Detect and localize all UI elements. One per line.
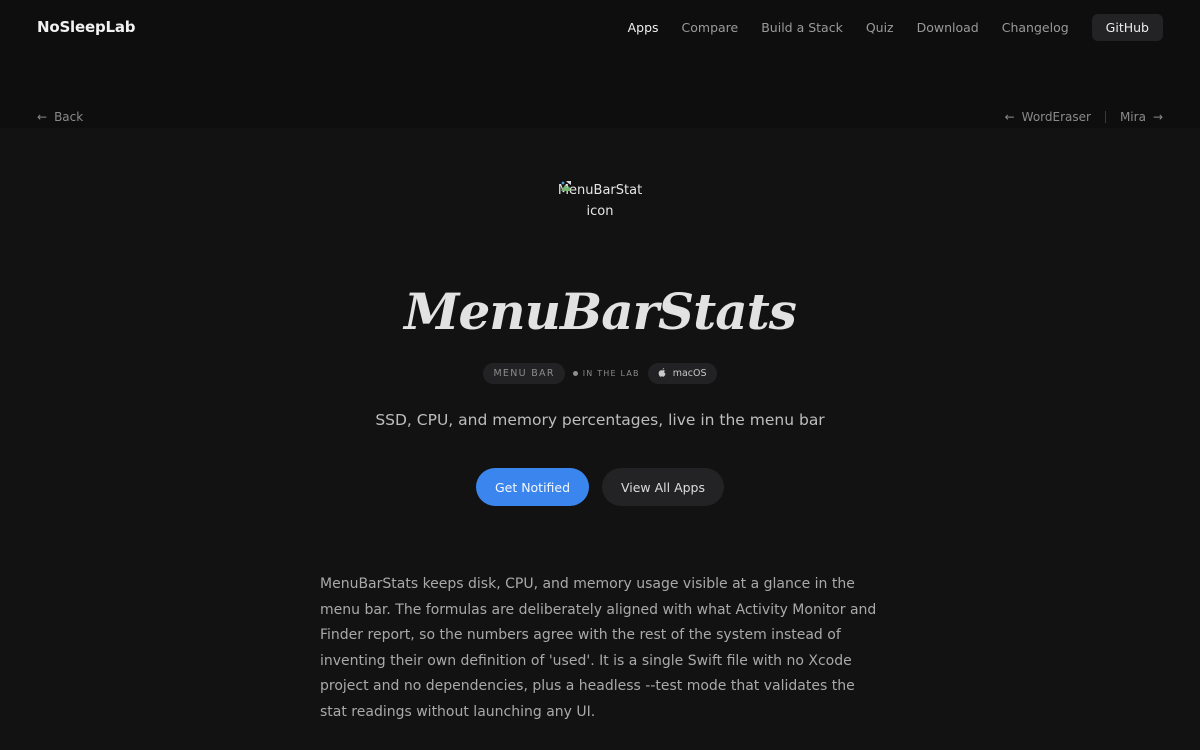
- back-link[interactable]: ← Back: [37, 110, 83, 124]
- app-tagline: SSD, CPU, and memory percentages, live i…: [375, 411, 825, 429]
- app-icon-alt-text-line2: icon: [586, 204, 614, 219]
- previous-app-link[interactable]: ← WordEraser: [1005, 110, 1091, 124]
- nav-link-build-a-stack[interactable]: Build a Stack: [761, 20, 843, 35]
- previous-app-label: WordEraser: [1021, 110, 1091, 124]
- app-pager: ← WordEraser Mira →: [1005, 110, 1163, 124]
- nav-link-quiz[interactable]: Quiz: [866, 20, 894, 35]
- broken-image-icon: [561, 181, 571, 191]
- category-tag: MENU BAR: [483, 362, 565, 384]
- pager-divider: [1104, 111, 1106, 123]
- app-title: MenuBarStats: [404, 282, 797, 341]
- github-button[interactable]: GitHub: [1091, 13, 1163, 41]
- app-icon: MenuBarStat icon: [556, 180, 644, 236]
- arrow-right-icon: →: [1152, 110, 1163, 124]
- platform-label: macOS: [672, 367, 707, 379]
- nav-link-apps[interactable]: Apps: [628, 20, 659, 35]
- page: NoSleepLab Apps Compare Build a Stack Qu…: [0, 0, 1200, 750]
- platform-tag: macOS: [647, 362, 717, 384]
- page-subnav: ← Back ← WordEraser Mira →: [0, 106, 1200, 128]
- app-tags: MENU BAR IN THE LAB macOS: [0, 362, 1200, 384]
- next-app-label: Mira: [1119, 110, 1146, 124]
- view-all-apps-button[interactable]: View All Apps: [602, 468, 724, 506]
- brand-logo[interactable]: NoSleepLab: [37, 18, 136, 36]
- next-app-link[interactable]: Mira →: [1120, 110, 1163, 124]
- nav-links: Apps Compare Build a Stack Quiz Download…: [605, 13, 1163, 41]
- cta-buttons: Get Notified View All Apps: [0, 468, 1200, 506]
- get-notified-button[interactable]: Get Notified: [476, 468, 589, 506]
- nav-link-download[interactable]: Download: [917, 20, 979, 35]
- status-badge: IN THE LAB: [572, 368, 640, 378]
- arrow-left-icon: ←: [37, 110, 48, 124]
- app-description: MenuBarStats keeps disk, CPU, and memory…: [320, 576, 877, 720]
- status-label: IN THE LAB: [582, 368, 640, 378]
- nav-link-changelog[interactable]: Changelog: [1002, 20, 1069, 35]
- apple-icon: [658, 368, 667, 378]
- back-link-label: Back: [54, 110, 84, 124]
- top-navigation: NoSleepLab Apps Compare Build a Stack Qu…: [0, 0, 1200, 54]
- status-dot-icon: [572, 370, 578, 376]
- arrow-left-icon: ←: [1004, 110, 1015, 124]
- nav-link-compare[interactable]: Compare: [682, 20, 739, 35]
